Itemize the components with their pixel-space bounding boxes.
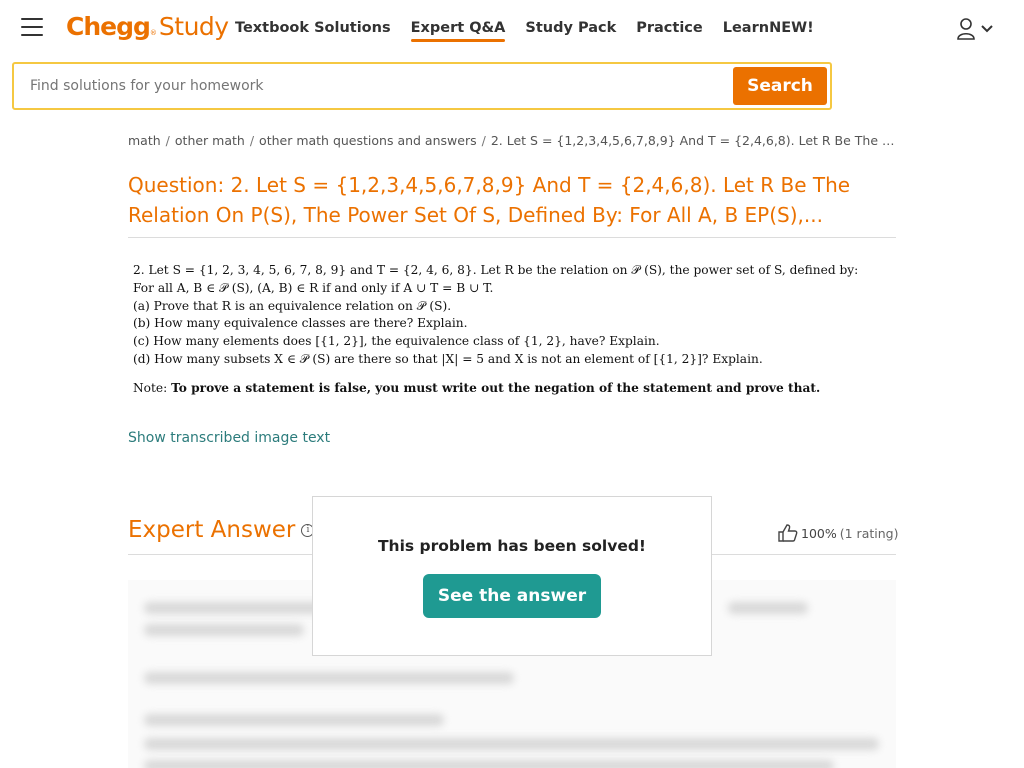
search-bar: Search	[12, 62, 832, 110]
note-label: Note:	[133, 380, 168, 395]
show-transcribed-link[interactable]: Show transcribed image text	[128, 430, 330, 446]
breadcrumb-separator: /	[165, 133, 170, 148]
blurred-text-line	[144, 624, 304, 636]
breadcrumb: math / other math / other math questions and…	[128, 133, 898, 148]
chegg-study-logo[interactable]: Chegg ® Study	[66, 12, 229, 46]
question-text: 2. Let S = {1,2,3,4,5,6,7,8,9} And T = {…	[128, 173, 851, 227]
breadcrumb-math[interactable]: math	[128, 133, 161, 148]
blurred-text-line	[144, 738, 879, 750]
rating-percent: 100%	[801, 525, 837, 541]
breadcrumb-other-math[interactable]: other math	[175, 133, 245, 148]
search-input[interactable]	[16, 66, 732, 106]
breadcrumb-separator: /	[481, 133, 486, 148]
blurred-text-line	[144, 672, 514, 684]
thumbs-up-icon[interactable]	[778, 524, 798, 542]
expert-answer-heading: Expert Answer i	[128, 517, 315, 543]
question-line: (c) How many elements does [{1, 2}], the…	[133, 334, 660, 349]
nav-expert-qa[interactable]: Expert Q&A	[410, 20, 505, 42]
chevron-down-icon	[981, 25, 993, 33]
top-bar: Chegg ® Study Textbook Solutions Expert …	[0, 0, 1024, 60]
question-note: Note: To prove a statement is false, you…	[133, 380, 898, 398]
question-image: 2. Let S = {1, 2, 3, 4, 5, 6, 7, 8, 9} a…	[133, 262, 898, 398]
see-answer-button[interactable]: See the answer	[423, 574, 601, 618]
rating-count: (1 rating)	[839, 525, 899, 541]
user-menu[interactable]	[956, 17, 994, 41]
breadcrumb-separator: /	[249, 133, 255, 148]
question-title: Question: 2. Let S = {1,2,3,4,5,6,7,8,9}…	[128, 170, 896, 230]
nav-textbook-solutions[interactable]: Textbook Solutions	[235, 20, 391, 36]
question-line: (d) How many subsets X ∈ 𝒫 (S) are there…	[133, 351, 763, 366]
solved-modal: This problem has been solved! See the an…	[312, 496, 712, 656]
question-line: (b) How many equivalence classes are the…	[133, 316, 468, 331]
question-line: For all A, B ∈ 𝒫 (S), (A, B) ∈ R if and …	[133, 280, 494, 295]
answer-rating: 100% (1 rating)	[778, 524, 898, 542]
breadcrumb-other-math-qa[interactable]: other math questions and answers	[259, 133, 477, 148]
blurred-text-line	[728, 602, 808, 614]
blurred-text-line	[144, 714, 444, 726]
expert-answer-title: Expert Answer	[128, 517, 296, 543]
divider	[128, 237, 896, 238]
question-label: Question:	[128, 173, 225, 197]
user-icon	[957, 18, 975, 40]
menu-icon[interactable]	[21, 18, 43, 36]
main-nav: Textbook Solutions Expert Q&A Study Pack…	[235, 20, 834, 42]
solved-message: This problem has been solved!	[377, 537, 647, 555]
breadcrumb-current-question: 2. Let S = {1,2,3,4,5,6,7,8,9} And T = {…	[490, 133, 898, 148]
nav-learn-new[interactable]: LearnNEW!	[723, 20, 814, 36]
note-text: To prove a statement is false, you must …	[171, 380, 821, 395]
logo-registered-mark: ®	[149, 29, 157, 37]
logo-study-text: Study	[158, 12, 229, 41]
nav-practice[interactable]: Practice	[636, 20, 703, 36]
search-button[interactable]: Search	[733, 67, 827, 105]
question-line: (a) Prove that R is an equivalence relat…	[133, 298, 452, 313]
blurred-text-line	[144, 760, 834, 768]
nav-study-pack[interactable]: Study Pack	[525, 20, 616, 36]
question-line: 2. Let S = {1, 2, 3, 4, 5, 6, 7, 8, 9} a…	[133, 263, 859, 277]
logo-chegg-text: Chegg	[66, 12, 151, 41]
